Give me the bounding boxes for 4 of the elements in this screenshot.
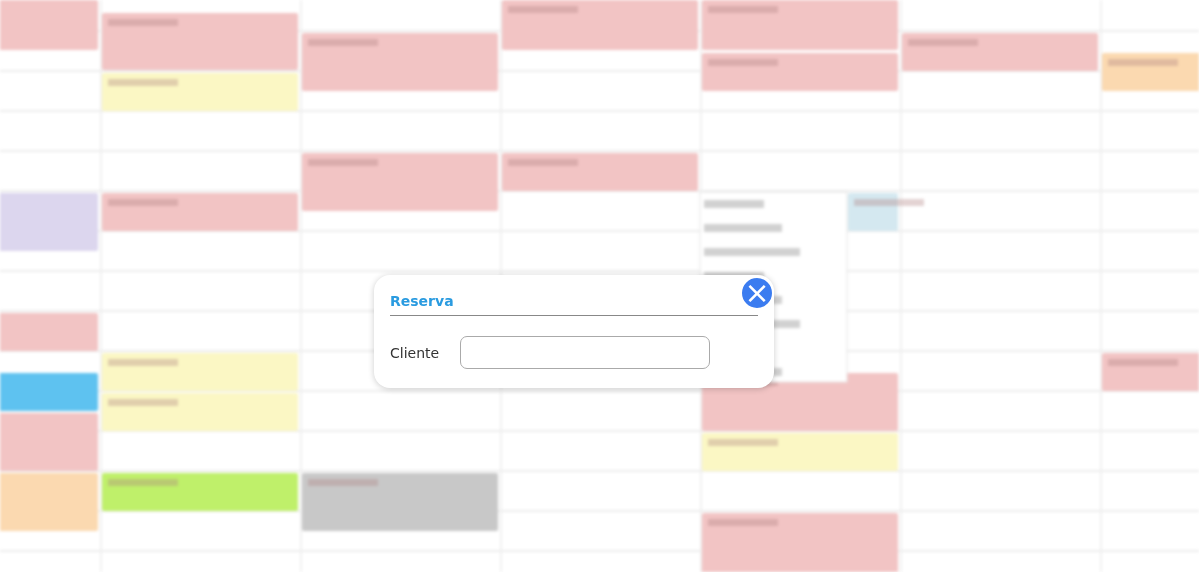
close-button[interactable]: × <box>740 276 774 310</box>
client-input-field[interactable] <box>460 336 710 369</box>
dialog-title: Reserva <box>390 293 454 309</box>
field-label: Cliente <box>390 344 440 361</box>
